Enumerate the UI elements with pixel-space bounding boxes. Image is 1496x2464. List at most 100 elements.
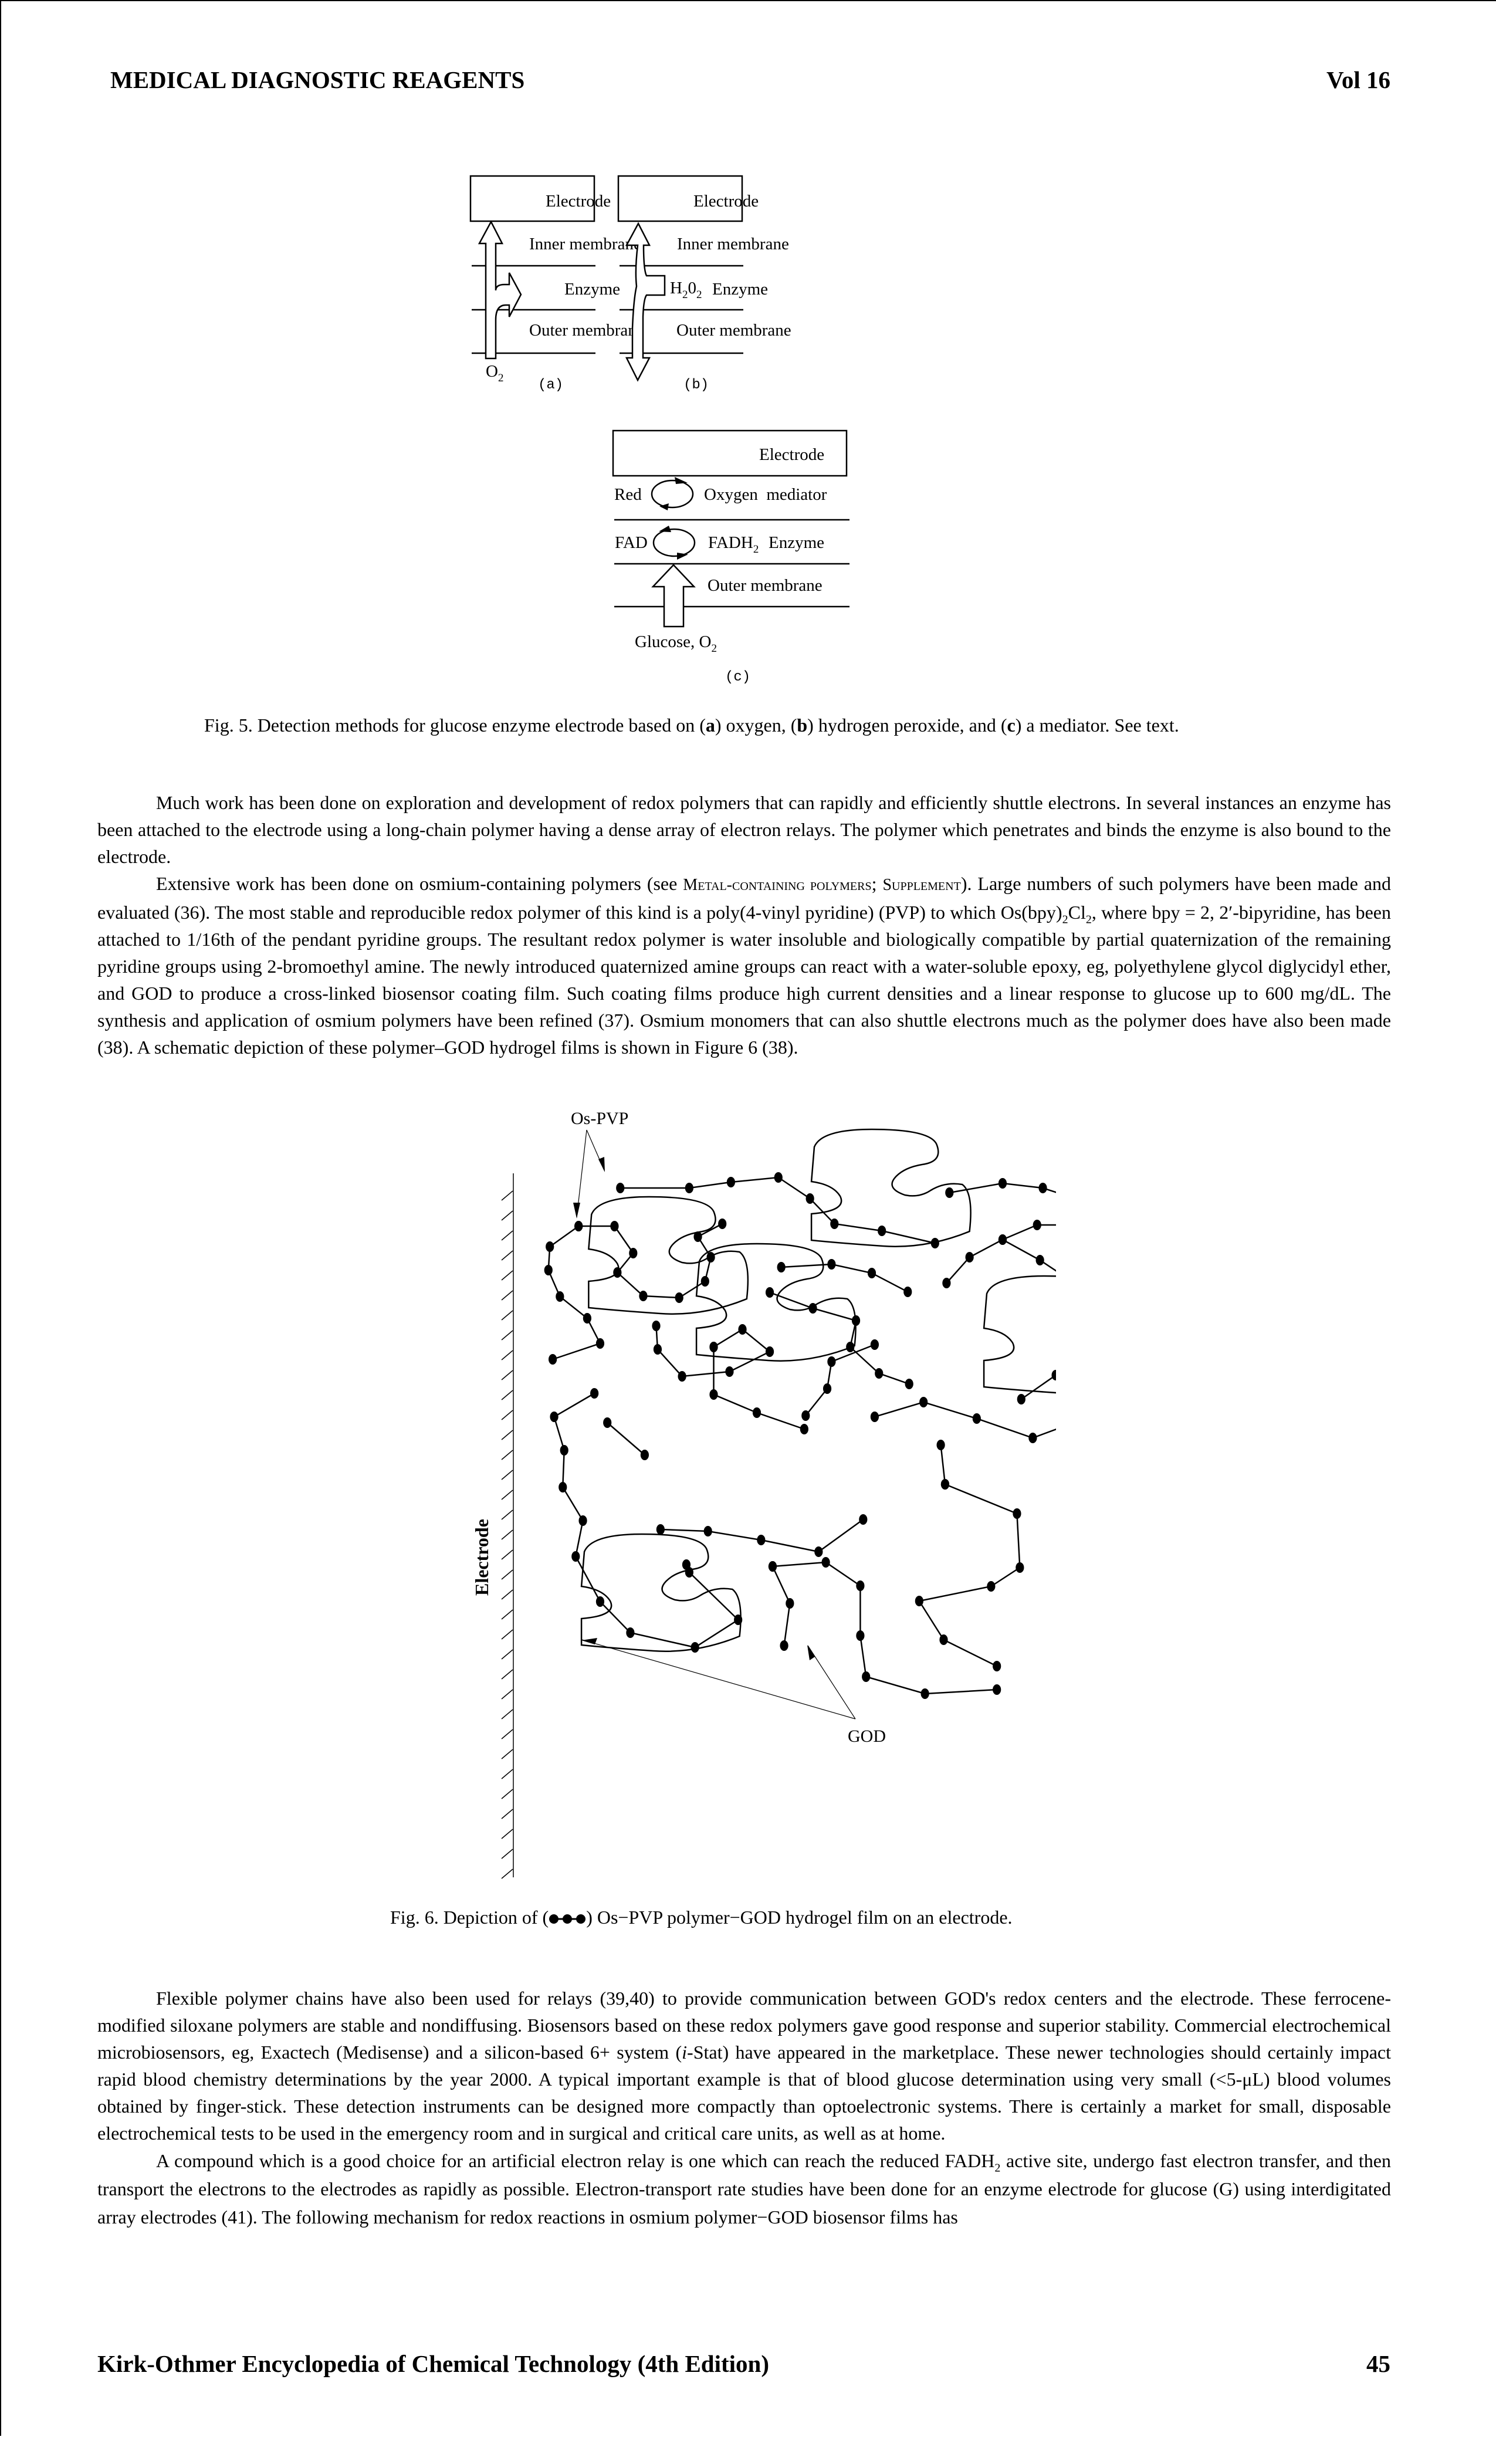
os-redox-bead: [936, 1440, 945, 1450]
os-redox-bead: [590, 1388, 599, 1399]
os-redox-bead: [556, 1291, 564, 1302]
cross-reference-link[interactable]: Supplement: [882, 876, 960, 894]
os-pvp-chain: [781, 1264, 908, 1292]
os-pvp-chain: [607, 1423, 645, 1455]
os-redox-bead: [856, 1630, 865, 1641]
electrode-hatch-mark: [501, 1509, 513, 1520]
glucose-arrow-icon: [651, 564, 696, 628]
mediator-cycle-icon: [651, 479, 694, 509]
panel-c-input: Glucose, O2: [635, 632, 717, 655]
electrode-hatch-mark: [501, 1529, 513, 1540]
panel-c-label: (c): [725, 669, 750, 685]
electrode-hatch-mark: [501, 1869, 513, 1879]
electrode-surface: [501, 1173, 514, 1879]
panel-b-outer: Outer membrane: [676, 321, 791, 340]
figure-6-caption: Fig. 6. Depiction of () Os−PVP polymer−G…: [390, 1907, 1013, 1928]
os-redox-bead: [774, 1172, 783, 1183]
figure-5-panels-ab: Electrode Inner membrane Enzyme Outer me…: [469, 175, 791, 393]
os-redox-bead: [851, 1315, 861, 1326]
os-redox-bead: [725, 1366, 734, 1377]
electrode-hatch-mark: [501, 1450, 513, 1460]
os-redox-bead: [870, 1412, 879, 1422]
os-redox-bead: [709, 1389, 718, 1400]
panel-a-electrode: Electrode: [546, 192, 611, 211]
electrode-hatch-mark: [501, 1669, 513, 1680]
arrowhead-icon: [807, 1645, 815, 1660]
body-text-top: Much work has been done on exploration a…: [97, 789, 1391, 1061]
cross-reference-link[interactable]: Metal-containing polymers: [683, 876, 871, 894]
os-redox-bead: [945, 1187, 954, 1198]
os-pvp-chain: [946, 1183, 1056, 1283]
figure-5-caption: Fig. 5. Detection methods for glucose en…: [204, 715, 1179, 736]
os-redox-bead: [942, 1278, 951, 1288]
os-redox-bead: [1038, 1183, 1047, 1193]
os-redox-bead: [703, 1526, 712, 1536]
os-redox-bead: [548, 1354, 557, 1365]
os-redox-bead: [786, 1598, 794, 1609]
arrowhead-icon: [675, 477, 688, 484]
electrode-hatch-mark: [501, 1470, 513, 1480]
os-redox-bead: [805, 1193, 814, 1204]
os-redox-bead: [867, 1268, 876, 1278]
os-redox-bead: [765, 1346, 774, 1357]
os-redox-bead: [875, 1368, 884, 1379]
paragraph: A compound which is a good choice for an…: [97, 2150, 1392, 2228]
os-redox-bead: [595, 1338, 605, 1349]
electrode-hatch-mark: [501, 1589, 513, 1600]
os-redox-bead: [998, 1178, 1007, 1189]
os-redox-bead: [920, 1688, 929, 1699]
panel-b-electrode: Electrode: [693, 192, 759, 211]
os-redox-bead: [972, 1413, 981, 1424]
os-redox-bead: [830, 1219, 839, 1229]
panel-c-fad: FAD: [615, 533, 648, 552]
os-redox-bead: [613, 1267, 622, 1278]
electrode-hatch-mark: [501, 1230, 513, 1241]
os-redox-bead: [583, 1313, 592, 1324]
running-head-volume: Vol 16: [1326, 66, 1390, 93]
os-redox-bead: [675, 1292, 683, 1303]
polymer-bead-chain-icon: [549, 1914, 586, 1924]
arrowhead-icon: [573, 1203, 580, 1219]
panel-c-fadh2: FADH2: [708, 533, 759, 556]
os-redox-bead: [603, 1417, 612, 1428]
os-redox-bead: [691, 1642, 699, 1653]
os-redox-bead: [919, 1397, 928, 1407]
os-redox-bead: [726, 1177, 736, 1187]
os-redox-bead: [559, 1482, 567, 1492]
os-redox-bead: [856, 1580, 865, 1591]
os-redox-bead: [1035, 1255, 1044, 1265]
os-redox-bead: [800, 1424, 808, 1434]
os-redox-bead: [827, 1259, 836, 1270]
electrode-hatch-mark: [501, 1270, 513, 1281]
os-redox-bead: [930, 1238, 939, 1248]
os-redox-bead: [629, 1248, 638, 1258]
electrode-hatch-mark: [501, 1709, 513, 1720]
electrode-hatch-mark: [501, 1549, 513, 1560]
electrode-hatch-mark: [501, 1789, 513, 1799]
os-redox-bead: [700, 1276, 709, 1287]
electrode-hatch-mark: [501, 1310, 513, 1321]
os-redox-bead: [998, 1234, 1007, 1245]
electrode-hatch-mark: [501, 1350, 513, 1360]
electrode-hatch-mark: [501, 1629, 513, 1640]
figure-6-hydrogel-film: Os-PVP GOD Electrode: [471, 1109, 1056, 1879]
running-head-title: MEDICAL DIAGNOSTIC REAGENTS: [110, 66, 525, 93]
os-redox-bead: [905, 1379, 913, 1389]
electrode-hatch-mark: [501, 1190, 513, 1201]
os-redox-bead: [709, 1342, 718, 1352]
arrowhead-icon: [659, 526, 671, 532]
os-redox-bead: [777, 1262, 786, 1272]
os-redox-bead: [814, 1546, 823, 1557]
panel-c-electrode: Electrode: [759, 445, 824, 464]
os-redox-bead: [1028, 1433, 1037, 1443]
os-redox-bead: [734, 1615, 743, 1625]
os-redox-bead: [626, 1627, 635, 1638]
panel-a-outer: Outer membrane: [529, 321, 644, 340]
electrode-hatch-mark: [501, 1210, 513, 1221]
electrode-hatch-mark: [501, 1609, 513, 1620]
os-redox-bead: [639, 1291, 648, 1301]
os-redox-bead: [768, 1561, 777, 1572]
os-redox-bead: [765, 1287, 774, 1298]
os-redox-bead: [965, 1252, 974, 1263]
os-redox-bead: [610, 1221, 619, 1231]
